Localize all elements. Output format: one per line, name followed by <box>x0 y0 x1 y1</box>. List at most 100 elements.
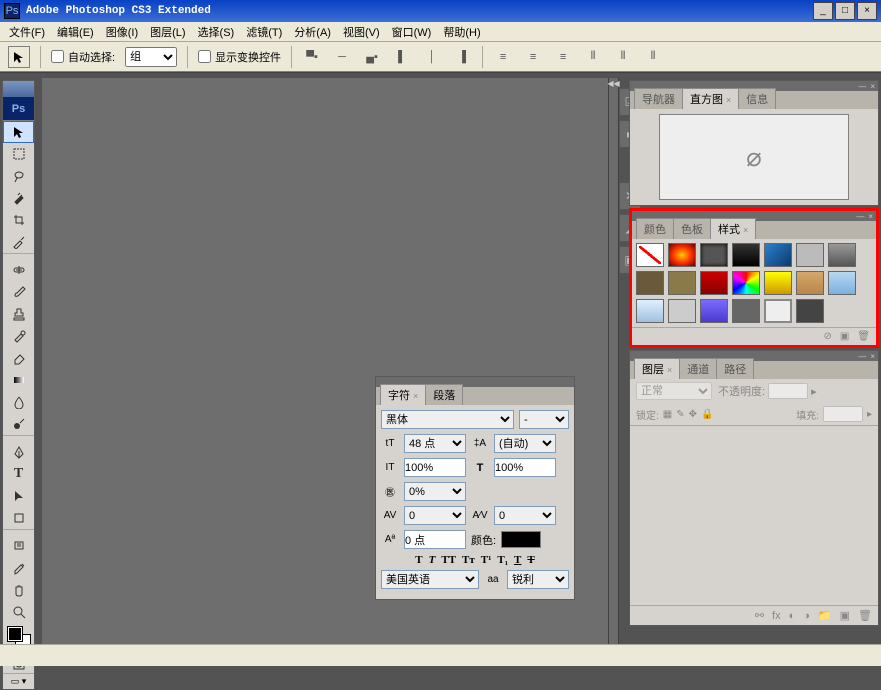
menu-analysis[interactable]: 分析(A) <box>289 22 336 42</box>
menu-help[interactable]: 帮助(H) <box>438 22 485 42</box>
layer-fx-icon[interactable]: fx <box>772 610 781 622</box>
tab-info[interactable]: 信息 <box>738 88 776 109</box>
align-vcenter-icon[interactable]: ─ <box>332 48 352 66</box>
history-brush-tool[interactable] <box>3 325 34 347</box>
dist-right-icon[interactable]: ⦀ <box>643 48 663 66</box>
dist-vcenter-icon[interactable]: ≡ <box>523 48 543 66</box>
font-style-dropdown[interactable]: - <box>519 410 569 429</box>
kerning-dropdown[interactable]: 0 <box>404 506 466 525</box>
italic-button[interactable]: T <box>429 554 436 566</box>
auto-select-type-dropdown[interactable]: 组 <box>125 47 177 67</box>
leading-dropdown[interactable]: (自动) <box>494 434 556 453</box>
align-left-icon[interactable]: ▌ <box>392 48 412 66</box>
gradient-tool[interactable] <box>3 369 34 391</box>
heal-tool[interactable] <box>3 259 34 281</box>
menu-select[interactable]: 选择(S) <box>193 22 240 42</box>
lock-all-icon[interactable]: 🔒 <box>701 409 713 420</box>
tab-character[interactable]: 字符× <box>380 384 426 405</box>
tab-paragraph[interactable]: 段落 <box>425 384 463 405</box>
minimize-button[interactable]: _ <box>813 2 833 20</box>
bold-button[interactable]: T <box>415 554 422 566</box>
text-color-swatch[interactable] <box>501 531 541 548</box>
language-dropdown[interactable]: 美国英语 <box>381 570 479 589</box>
align-hcenter-icon[interactable]: │ <box>422 48 442 66</box>
adjustment-layer-icon[interactable]: ◑ <box>803 610 810 622</box>
marquee-tool[interactable] <box>3 143 34 165</box>
menu-filter[interactable]: 滤镜(T) <box>241 22 287 42</box>
lock-transparency-icon[interactable]: ▦ <box>663 409 672 420</box>
dist-bottom-icon[interactable]: ≡ <box>553 48 573 66</box>
foreground-color[interactable] <box>8 627 22 641</box>
stamp-tool[interactable] <box>3 303 34 325</box>
align-right-icon[interactable]: ▐ <box>452 48 472 66</box>
auto-select-checkbox[interactable]: 自动选择: <box>51 49 115 65</box>
font-size-dropdown[interactable]: 48 点 <box>404 434 466 453</box>
crop-tool[interactable] <box>3 209 34 231</box>
panel-minimize-icon[interactable]: — <box>856 212 864 221</box>
lock-position-icon[interactable]: ✥ <box>689 409 697 420</box>
style-swatch[interactable] <box>636 271 664 295</box>
toolbox-header[interactable] <box>3 81 34 97</box>
menu-view[interactable]: 视图(V) <box>338 22 385 42</box>
lasso-tool[interactable] <box>3 165 34 187</box>
vscale-input[interactable] <box>404 458 466 477</box>
menu-window[interactable]: 窗口(W) <box>387 22 437 42</box>
link-layers-icon[interactable]: ⚯ <box>755 609 764 622</box>
panel-minimize-icon[interactable]: — <box>858 82 866 91</box>
brush-tool[interactable] <box>3 281 34 303</box>
dist-top-icon[interactable]: ≡ <box>493 48 513 66</box>
allcaps-button[interactable]: TT <box>441 554 456 566</box>
blend-mode-dropdown[interactable]: 正常 <box>636 382 712 400</box>
style-swatch[interactable] <box>700 271 728 295</box>
lock-paint-icon[interactable]: ✎ <box>676 409 684 420</box>
panel-close-icon[interactable]: × <box>870 82 875 91</box>
tab-paths[interactable]: 路径 <box>716 358 754 379</box>
style-none[interactable] <box>636 243 664 267</box>
style-swatch[interactable] <box>732 243 760 267</box>
panel-close-icon[interactable]: × <box>870 352 875 361</box>
opacity-flyout-icon[interactable]: ▸ <box>811 385 817 398</box>
tab-channels[interactable]: 通道 <box>679 358 717 379</box>
kerning2-dropdown[interactable]: 0 <box>494 506 556 525</box>
tab-layers[interactable]: 图层× <box>634 358 680 379</box>
tracking-dropdown[interactable]: 0% <box>404 482 466 501</box>
style-swatch[interactable] <box>700 243 728 267</box>
restore-button[interactable]: □ <box>835 2 855 20</box>
baseline-input[interactable] <box>404 530 466 549</box>
new-style-icon[interactable]: ▣ <box>840 331 849 342</box>
tab-swatches[interactable]: 色板 <box>673 218 711 239</box>
panel-minimize-icon[interactable]: — <box>858 352 866 361</box>
slice-tool[interactable] <box>3 231 34 253</box>
style-swatch[interactable] <box>796 299 824 323</box>
menu-layer[interactable]: 图层(L) <box>145 22 190 42</box>
style-swatch[interactable] <box>764 243 792 267</box>
tab-styles[interactable]: 样式× <box>710 218 756 239</box>
hscale-input[interactable] <box>494 458 556 477</box>
dock-collapse-icon[interactable]: ◀◀ <box>609 78 618 88</box>
tab-color[interactable]: 颜色 <box>636 218 674 239</box>
menu-image[interactable]: 图像(I) <box>101 22 143 42</box>
align-top-icon[interactable]: ▀▪ <box>302 48 322 66</box>
dist-hcenter-icon[interactable]: ⦀ <box>613 48 633 66</box>
opacity-input[interactable] <box>768 383 808 399</box>
move-tool[interactable] <box>3 121 34 143</box>
tab-navigator[interactable]: 导航器 <box>634 88 683 109</box>
no-style-icon[interactable]: ⊘ <box>823 331 831 342</box>
style-swatch[interactable] <box>828 243 856 267</box>
zoom-tool[interactable] <box>3 601 34 623</box>
eyedropper-tool[interactable] <box>3 557 34 579</box>
antialias-dropdown[interactable]: 锐利 <box>507 570 569 589</box>
style-swatch[interactable] <box>668 243 696 267</box>
smallcaps-button[interactable]: Tᴛ <box>462 554 475 566</box>
style-swatch[interactable] <box>732 299 760 323</box>
fill-input[interactable] <box>823 406 863 422</box>
tab-histogram[interactable]: 直方图× <box>682 88 739 109</box>
underline-button[interactable]: T <box>514 554 521 566</box>
delete-layer-icon[interactable]: 🗑 <box>858 609 872 622</box>
style-swatch[interactable] <box>764 271 792 295</box>
screen-mode-button[interactable]: ▭ ▾ <box>3 673 34 689</box>
style-swatch[interactable] <box>764 299 792 323</box>
hand-tool[interactable] <box>3 579 34 601</box>
subscript-button[interactable]: T₁ <box>497 554 508 566</box>
layers-list[interactable] <box>630 425 878 605</box>
